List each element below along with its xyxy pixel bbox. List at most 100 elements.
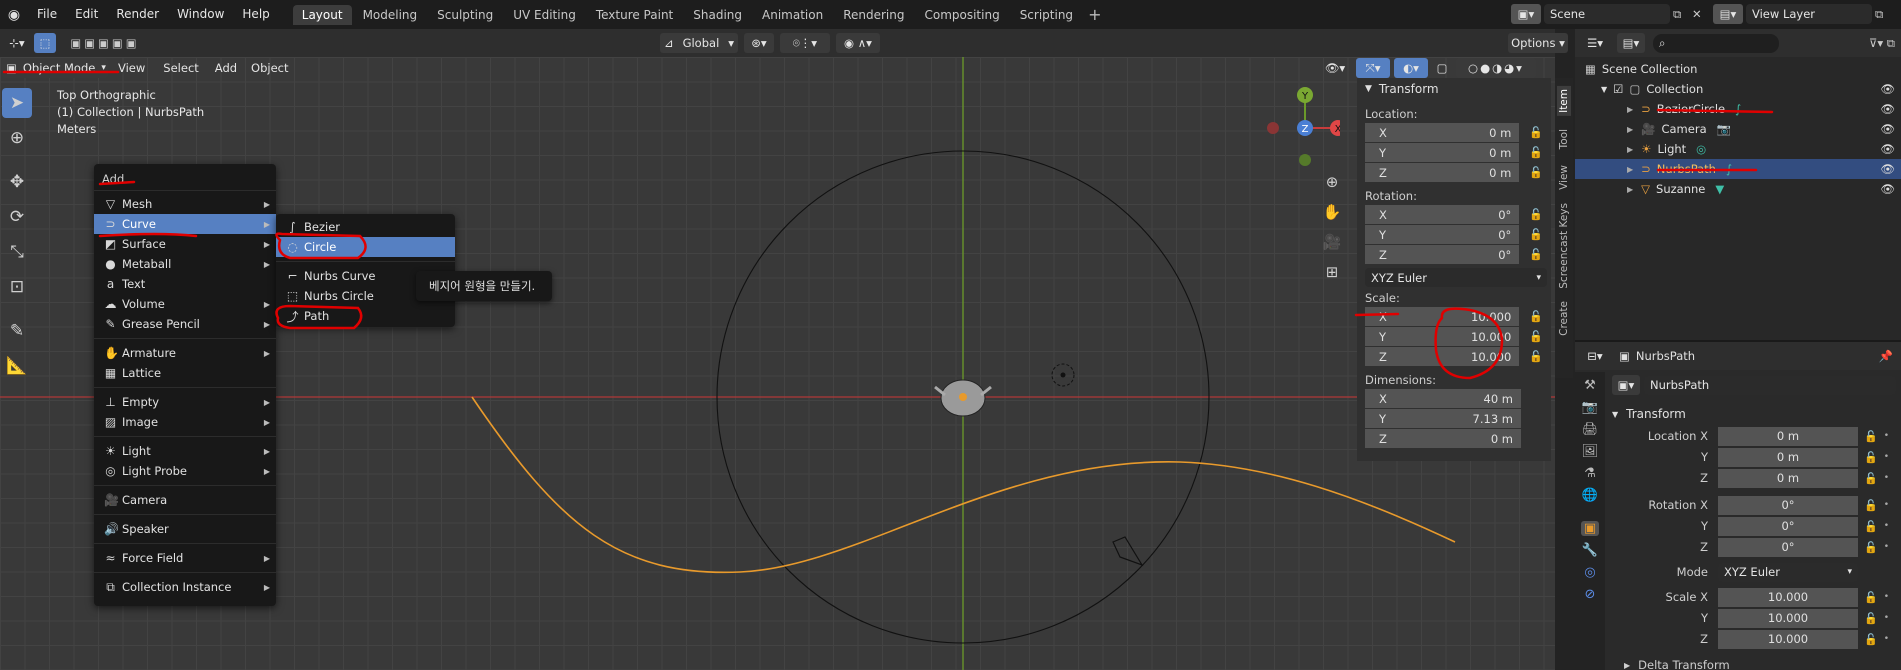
rotation-field[interactable]: 0°	[1718, 495, 1858, 515]
keyframe-dot-icon[interactable]: •	[1884, 634, 1889, 644]
curve-menu-item-path[interactable]: ⤴ Path	[276, 306, 455, 326]
object-selector-icon[interactable]: ▣▾	[1612, 375, 1640, 395]
filter-icon[interactable]: ⊽▾ ⧉	[1869, 36, 1895, 51]
add-menu-item-empty[interactable]: ⊥ Empty ▶	[94, 392, 276, 412]
tab-shading[interactable]: Shading	[684, 5, 751, 25]
transform-panel-header[interactable]: ▼ Transform	[1357, 78, 1551, 100]
outliner-collection[interactable]: ▼ ☑ ▢ Collection 👁	[1575, 79, 1901, 99]
tab-scripting[interactable]: Scripting	[1011, 5, 1082, 25]
pin-icon[interactable]: 📌	[1879, 349, 1893, 363]
transform-section-header[interactable]: ▼ Transform	[1612, 402, 1896, 426]
lock-icon[interactable]: 🔓	[1864, 499, 1878, 512]
lock-icon[interactable]: 🔓	[1529, 126, 1543, 139]
object-data-icon[interactable]: ∫	[1735, 102, 1741, 116]
outliner-editor-icon[interactable]: ☰▾	[1581, 33, 1609, 53]
eye-icon[interactable]: 👁	[1880, 182, 1895, 196]
new-scene-icon[interactable]: ⧉	[1673, 7, 1689, 22]
add-menu-item-image[interactable]: ▨ Image ▶	[94, 412, 276, 432]
camera-view-icon[interactable]: 🎥	[1320, 230, 1344, 254]
world-tab-icon[interactable]: 🌐	[1582, 488, 1598, 503]
add-workspace-icon[interactable]: +	[1088, 5, 1101, 24]
keyframe-dot-icon[interactable]: •	[1884, 542, 1889, 552]
add-menu-item-curve[interactable]: ⊃ Curve ▶	[94, 214, 276, 234]
scale-x-field[interactable]: X 10.000	[1365, 307, 1520, 326]
view-layer-icon[interactable]: ▤▾	[1713, 4, 1743, 24]
lock-icon[interactable]: 🔓	[1864, 612, 1878, 625]
transform-icon[interactable]: ⊡	[2, 272, 32, 302]
location-y-field[interactable]: Y 0 m	[1365, 143, 1520, 162]
chevron-right-icon[interactable]: ▶	[1627, 185, 1633, 194]
pivot-point-icon[interactable]: ⊛▾	[744, 33, 774, 53]
eye-icon[interactable]: 👁	[1880, 122, 1895, 136]
add-menu-item-mesh[interactable]: ▽ Mesh ▶	[94, 194, 276, 214]
lock-icon[interactable]: 🔓	[1529, 248, 1543, 261]
transform-orientation-dropdown[interactable]: ⊿ Global ▾	[660, 33, 738, 53]
add-menu-item-light[interactable]: ☀ Light ▶	[94, 441, 276, 461]
add-menu-item-text[interactable]: a Text	[94, 274, 276, 294]
scale-field[interactable]: 10.000	[1718, 629, 1858, 649]
lock-icon[interactable]: 🔓	[1864, 591, 1878, 604]
move-icon[interactable]: ✥	[2, 167, 32, 197]
add-menu-item-armature[interactable]: ✋ Armature ▶	[94, 343, 276, 363]
sidebar-tab-create[interactable]: Create	[1557, 298, 1571, 339]
menu-render[interactable]: Render	[107, 0, 168, 29]
rotation-x-field[interactable]: X 0°	[1365, 205, 1520, 224]
lock-icon[interactable]: 🔓	[1529, 228, 1543, 241]
tab-layout[interactable]: Layout	[292, 5, 352, 25]
location-field[interactable]: 0 m	[1718, 447, 1858, 467]
object-data-icon[interactable]: ∫	[1726, 162, 1732, 176]
rotation-field[interactable]: 0°	[1718, 516, 1858, 536]
select-mode-icons[interactable]: ▣▣▣▣▣	[60, 33, 150, 53]
keyframe-dot-icon[interactable]: •	[1884, 500, 1889, 510]
add-menu-item-metaball[interactable]: ● Metaball ▶	[94, 254, 276, 274]
lock-icon[interactable]: 🔓	[1529, 330, 1543, 343]
add-menu-item-collection-instance[interactable]: ⧉ Collection Instance ▶	[94, 577, 276, 597]
add-menu-item-grease-pencil[interactable]: ✎ Grease Pencil ▶	[94, 314, 276, 334]
tab-rendering[interactable]: Rendering	[834, 5, 913, 25]
ortho-grid-icon[interactable]: ⊞	[1320, 260, 1344, 284]
delta-transform-header[interactable]: ▶ Delta Transform	[1612, 655, 1896, 670]
add-menu-item-volume[interactable]: ☁ Volume ▶	[94, 294, 276, 314]
properties-editor-icon[interactable]: ⊟▾	[1581, 346, 1609, 366]
add-menu-item-camera[interactable]: 🎥 Camera	[94, 490, 276, 510]
add-menu-item-lattice[interactable]: ▦ Lattice	[94, 363, 276, 383]
dimensions-y-field[interactable]: Y 7.13 m	[1365, 409, 1521, 428]
outliner-item-camera[interactable]: ▶ 🎥 Camera 📷 👁	[1575, 119, 1901, 139]
tab-uv-editing[interactable]: UV Editing	[504, 5, 585, 25]
scene-icon[interactable]: ▣▾	[1511, 4, 1541, 24]
dimensions-x-field[interactable]: X 40 m	[1365, 389, 1521, 408]
display-mode-icon[interactable]: ▤▾	[1617, 33, 1645, 53]
sidebar-tab-tool[interactable]: Tool	[1557, 126, 1571, 152]
outliner-search-input[interactable]: ⌕	[1653, 33, 1779, 53]
keyframe-dot-icon[interactable]: •	[1884, 613, 1889, 623]
location-z-field[interactable]: Z 0 m	[1365, 163, 1520, 182]
blender-logo-icon[interactable]: ◉	[0, 7, 28, 23]
rotate-icon[interactable]: ⟳	[2, 202, 32, 232]
curve-menu-item-bezier[interactable]: ∫ Bezier	[276, 217, 455, 237]
snap-icon[interactable]: ⌾⋮▾	[780, 33, 830, 53]
annotate-icon[interactable]: ✎	[2, 316, 32, 346]
rotation-field[interactable]: 0°	[1718, 537, 1858, 557]
menu-edit[interactable]: Edit	[66, 0, 107, 29]
add-menu-item-light-probe[interactable]: ◎ Light Probe ▶	[94, 461, 276, 481]
lock-icon[interactable]: 🔓	[1529, 350, 1543, 363]
lock-icon[interactable]: 🔓	[1529, 146, 1543, 159]
lock-icon[interactable]: 🔓	[1529, 208, 1543, 221]
object-data-icon[interactable]: ▼	[1715, 182, 1724, 196]
rotation-z-field[interactable]: Z 0°	[1365, 245, 1520, 264]
lock-icon[interactable]: 🔓	[1529, 310, 1543, 323]
chevron-right-icon[interactable]: ▶	[1627, 145, 1633, 154]
lock-icon[interactable]: 🔓	[1864, 541, 1878, 554]
menu-window[interactable]: Window	[168, 0, 233, 29]
lock-icon[interactable]: 🔓	[1864, 633, 1878, 646]
scale-z-field[interactable]: Z 10.000	[1365, 347, 1520, 366]
object-tab-icon[interactable]: ▣	[1580, 521, 1600, 536]
eye-icon[interactable]: 👁	[1880, 162, 1895, 176]
scene-field[interactable]: Scene	[1544, 4, 1670, 24]
lock-icon[interactable]: 🔓	[1864, 472, 1878, 485]
new-view-layer-icon[interactable]: ⧉	[1875, 7, 1891, 22]
zoom-icon[interactable]: ⊕	[1320, 170, 1344, 194]
select-cursor-icon[interactable]: ➤	[2, 88, 32, 118]
tab-animation[interactable]: Animation	[753, 5, 832, 25]
keyframe-dot-icon[interactable]: •	[1884, 592, 1889, 602]
